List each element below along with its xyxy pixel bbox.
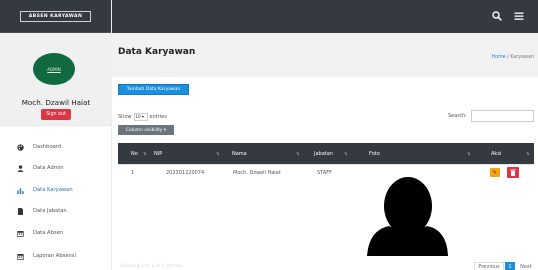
user-icon: [17, 164, 24, 172]
edit-button[interactable]: ✎: [490, 168, 500, 177]
column-header-nama[interactable]: Nama: [232, 143, 247, 164]
sidebar-item-label: Laporan Absensi: [33, 253, 76, 259]
brand-bar: ABSEN KARYAWAN: [0, 0, 111, 33]
menu-icon[interactable]: [514, 11, 524, 24]
sidebar-item-laporan-absensi[interactable]: Laporan Absensi: [0, 248, 112, 264]
show-label: Show: [118, 114, 132, 120]
sort-icon: ⇅: [296, 151, 300, 156]
trash-icon: [510, 169, 516, 176]
show-entries-control: Show 10 ▾ entries: [118, 113, 167, 121]
sidebar: ABSEN KARYAWAN ADMIN Moch. Dzawil Haiat …: [0, 0, 112, 270]
breadcrumb: Home / Karyawan: [491, 55, 534, 60]
column-header-jabatan[interactable]: Jabatan: [314, 143, 333, 164]
calendar-icon: [17, 230, 24, 237]
add-karyawan-button[interactable]: Tambah Data Karyawan: [118, 84, 189, 95]
sort-icon: ⇅: [526, 151, 530, 156]
sidebar-item-label: Data Absen: [33, 230, 64, 236]
pagination-next[interactable]: Next: [516, 262, 536, 270]
sidebar-item-label: Data Jabatan: [33, 208, 67, 214]
pagination-page-1[interactable]: 1: [505, 262, 515, 270]
table-row-divider: [118, 164, 534, 165]
entries-label: entries: [149, 114, 167, 120]
edit-icon: ✎: [492, 169, 498, 176]
user-name: Moch. Dzawil Haiat: [21, 98, 91, 107]
sort-icon: ⇅: [143, 151, 147, 156]
entries-select[interactable]: 10 ▾: [133, 113, 148, 121]
employee-photo: [367, 177, 448, 256]
page-title: Data Karyawan: [118, 47, 196, 57]
column-header-foto[interactable]: Foto: [369, 143, 380, 164]
search-input[interactable]: [471, 110, 534, 122]
search-icon[interactable]: [492, 11, 502, 24]
sort-icon: ⇅: [467, 151, 471, 156]
cell-nama: Moch. Dzawil Haiat: [233, 170, 281, 176]
sidebar-item-label: Dashboard: [33, 144, 62, 150]
table-header: No ⇅ NIP ⇅ Nama ⇅ Jabatan ⇅ Foto ⇅ Aksi …: [118, 143, 534, 164]
sort-icon: ⇅: [344, 151, 348, 156]
cell-no: 1: [131, 170, 135, 176]
breadcrumb-home-link[interactable]: Home: [491, 55, 505, 60]
breadcrumb-current: Karyawan: [510, 55, 534, 60]
sidebar-item-data-jabatan[interactable]: Data Jabatan: [0, 203, 112, 219]
top-navbar: [112, 0, 538, 33]
sidebar-item-label: Data Karyawan: [33, 187, 73, 193]
sidebar-item-dashboard[interactable]: Dashboard: [0, 139, 112, 155]
sidebar-item-data-admin[interactable]: Data Admin: [0, 160, 112, 176]
palette-icon: [17, 143, 24, 151]
cell-jabatan: STAFF: [317, 170, 333, 176]
column-header-aksi[interactable]: Aksi: [491, 143, 501, 164]
pagination-previous[interactable]: Previous: [474, 262, 504, 270]
delete-button[interactable]: [507, 167, 519, 178]
calendar-icon: [17, 253, 24, 260]
brand-logo[interactable]: ABSEN KARYAWAN: [19, 10, 92, 22]
column-header-no[interactable]: No: [131, 143, 138, 164]
file-icon: [17, 207, 24, 215]
admin-avatar: ADMIN: [33, 53, 75, 85]
sort-icon: ⇅: [216, 151, 220, 156]
sidebar-item-label: Data Admin: [33, 165, 64, 171]
signout-button[interactable]: Sign out: [41, 109, 71, 120]
table-info: Showing 1 to 1 of 1 entries: [120, 264, 182, 269]
search-label: Search:: [448, 113, 467, 119]
bar-chart-icon: [17, 187, 24, 194]
sidebar-item-data-karyawan[interactable]: Data Karyawan: [0, 182, 112, 198]
sidebar-item-data-absen[interactable]: Data Absen: [0, 225, 112, 241]
cell-nip: 202301220074: [166, 170, 205, 176]
breadcrumb-separator: /: [507, 55, 509, 60]
column-header-nip[interactable]: NIP: [154, 143, 162, 164]
column-visibility-button[interactable]: Column visibility ▾: [118, 125, 174, 135]
